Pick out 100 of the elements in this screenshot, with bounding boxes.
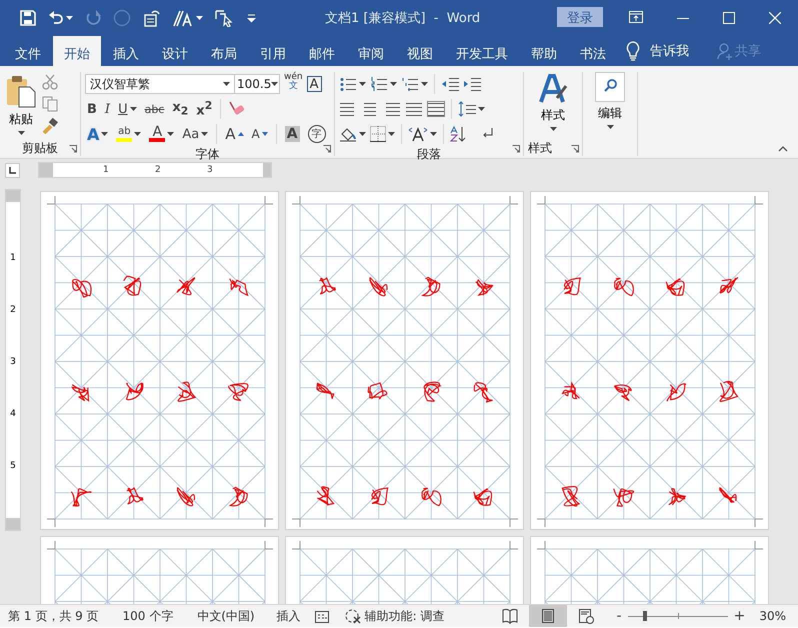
ribbon-display-icon[interactable] [629,11,643,23]
calligraphy-drawing [614,278,634,296]
align-center-icon[interactable] [361,101,379,117]
down-triangle-icon [262,132,268,136]
borders-icon[interactable] [370,126,386,142]
shrink-font-button[interactable]: A [250,123,270,145]
ribbon-tab[interactable]: 设计 [151,36,199,66]
copy-icon[interactable] [42,96,58,112]
underline-button[interactable]: U [116,98,139,120]
bold-button[interactable]: B [85,98,99,120]
numbering-icon[interactable] [370,76,388,92]
asian-layout-icon[interactable] [408,126,428,142]
character-border-button[interactable]: A [306,76,322,92]
dialog-launcher-icon[interactable] [571,145,579,153]
accessibility-check-icon[interactable] [344,608,361,624]
phonetic-guide-button[interactable]: wén 文 [284,73,303,95]
line-spacing-icon[interactable] [458,101,476,117]
ribbon-tab[interactable]: 文件 [4,36,52,66]
clear-formatting-icon[interactable] [227,101,246,117]
calligraphy-drawing [562,382,580,400]
editing-button[interactable]: 编辑 [595,72,625,156]
change-case-button[interactable]: Aa [180,123,210,145]
accessibility-text[interactable]: 辅助功能: 调查 [364,608,444,624]
dialog-launcher-icon[interactable] [69,145,77,153]
collapse-ribbon-icon[interactable] [778,146,788,152]
styles-button[interactable]: 样式 [533,72,573,140]
cut-icon[interactable] [42,74,58,90]
align-right-icon[interactable] [383,101,401,117]
clipboard-refresh-icon[interactable] [143,9,161,27]
zoom-out-button[interactable]: - [612,608,626,624]
close-icon[interactable] [769,12,781,24]
pointer-select-icon[interactable] [215,9,235,27]
format-painter-icon[interactable] [42,118,58,134]
calligraphy-drawing [178,382,196,402]
horizontal-ruler[interactable]: 1 2 3 [38,162,272,178]
tab-selector[interactable] [5,162,20,178]
save-icon[interactable] [20,10,36,26]
character-shading-button[interactable]: A [282,123,302,145]
superscript-button[interactable]: x$^{2}$ [194,98,214,120]
undo-icon[interactable] [48,10,64,26]
enclose-character-button[interactable]: 字 [306,123,328,145]
font-size-icon[interactable] [173,9,193,27]
strikethrough-button[interactable]: abc [142,98,166,120]
macro-recorder-icon[interactable] [314,609,329,623]
dialog-launcher-icon[interactable] [512,145,520,153]
grow-font-button[interactable]: A [223,123,246,145]
ribbon-tab[interactable]: 开始 [53,36,101,66]
multilevel-list-icon[interactable] [401,76,419,92]
customize-menu-icon[interactable] [247,14,256,22]
ribbon-tab[interactable]: 开发工具 [445,36,519,66]
caret-icon [167,132,174,136]
subscript-button[interactable]: x$_{2}$ [170,98,190,120]
ribbon-tab[interactable]: 书法 [569,36,617,66]
ribbon-tab[interactable]: 邮件 [298,36,346,66]
vertical-ruler[interactable]: 1 2 3 4 5 [5,189,21,531]
justify-icon[interactable] [405,101,423,117]
ruler-number: 1 [9,253,17,263]
maximize-icon[interactable] [723,12,735,24]
dialog-launcher-icon[interactable] [323,145,331,153]
font-color-button[interactable]: A [147,123,176,145]
ribbon-tab[interactable]: 帮助 [520,36,568,66]
highlight-button[interactable]: ab [114,123,144,145]
up-triangle-icon [238,132,244,136]
ribbon-tab[interactable]: 视图 [396,36,444,66]
sign-in-button[interactable]: 登录 [557,7,603,27]
ribbon-tab[interactable]: 布局 [200,36,248,66]
caret-icon [271,82,278,86]
page-count-text[interactable]: 第 1 页，共 9 页 [8,608,99,624]
zoom-in-button[interactable]: + [730,608,750,624]
ribbon-tab[interactable]: 引用 [249,36,297,66]
word-count-text[interactable]: 100 个字 [122,608,174,624]
input-mode-text[interactable]: 插入 [276,608,301,624]
language-text[interactable]: 中文(中国) [197,608,255,624]
italic-button[interactable]: I [102,98,112,120]
lightbulb-icon[interactable] [626,41,640,61]
calligraphy-drawing [720,381,738,402]
distributed-icon[interactable] [427,101,445,117]
print-layout-button[interactable] [528,605,567,627]
tell-me-text[interactable]: 告诉我 [650,42,689,60]
ribbon-tab[interactable]: 插入 [102,36,150,66]
ribbon-tab[interactable]: 审阅 [347,36,395,66]
paste-button[interactable]: 粘贴 [4,72,38,140]
sort-icon[interactable] [450,126,466,142]
calligraphy-drawing [368,382,388,399]
increase-indent-icon[interactable] [463,76,481,92]
zoom-slider-thumb[interactable] [642,611,647,621]
zoom-percent-text[interactable]: 30% [759,609,786,623]
calligraphy-drawing [316,382,334,400]
font-name-field[interactable]: 汉仪智草繁 [85,74,235,94]
decrease-indent-icon[interactable] [441,76,459,92]
zoom-slider[interactable] [628,611,728,621]
caret-icon [421,82,428,86]
align-left-icon[interactable] [339,101,357,117]
bullets-icon[interactable] [339,76,357,92]
caret-icon [606,125,614,129]
ruler-margin [39,163,53,177]
font-size-field[interactable]: 100.5 [234,74,280,94]
paint-bucket-icon[interactable] [339,126,357,142]
calligraphy-drawing [230,486,248,506]
text-effects-button[interactable]: A [85,123,110,145]
